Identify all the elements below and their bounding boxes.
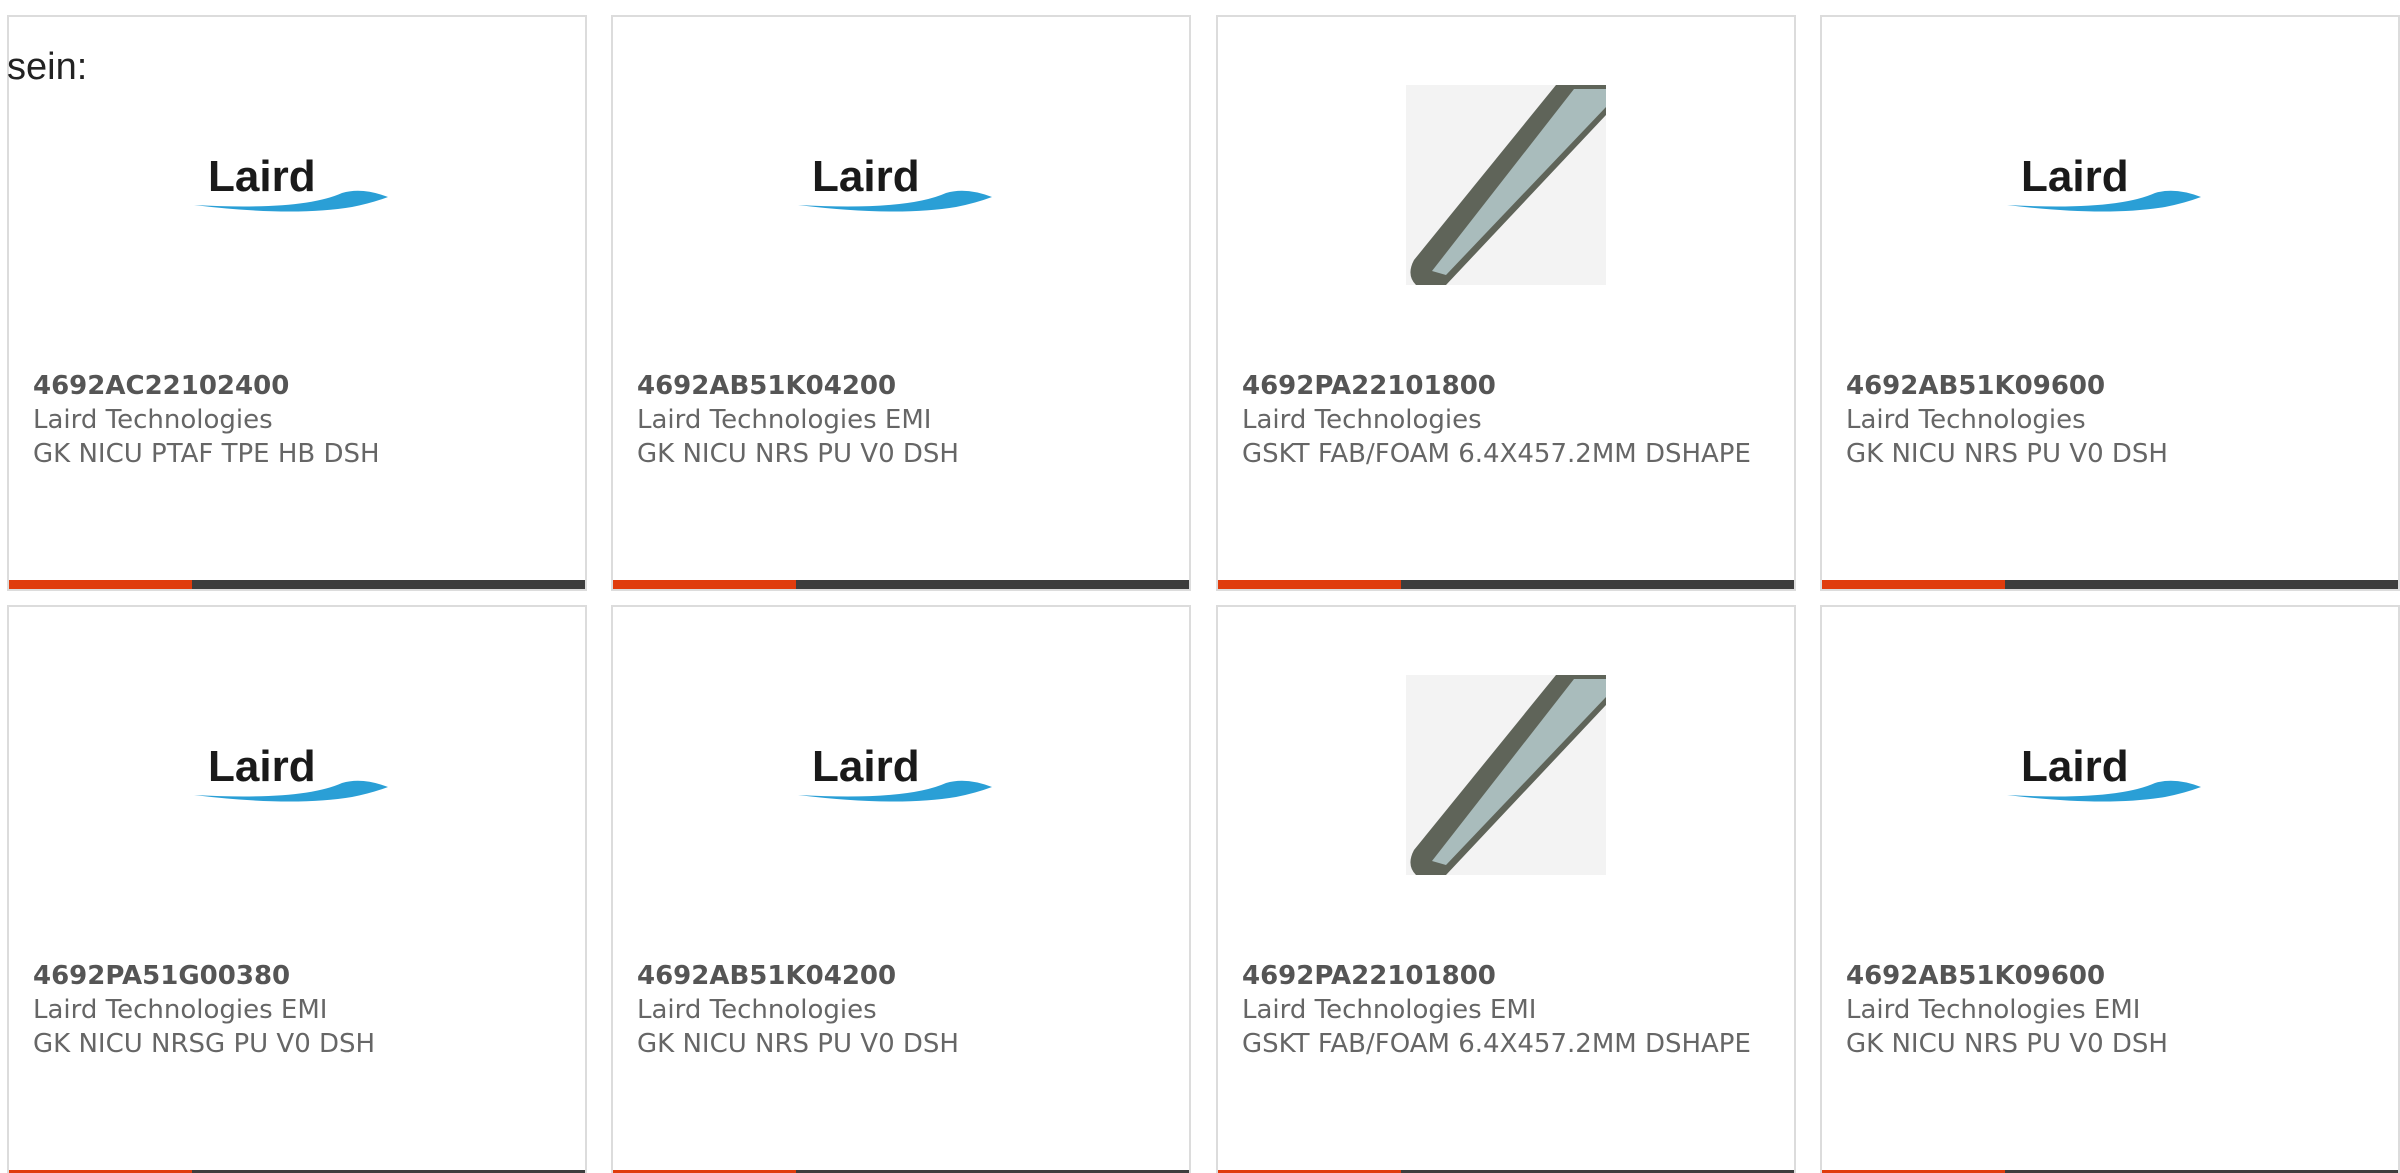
description: GK NICU NRS PU V0 DSH [637, 439, 959, 469]
part-number[interactable]: 4692AC22102400 [33, 369, 561, 403]
product-thumbnail: Laird [1822, 85, 2398, 285]
laird-logo-icon: Laird [194, 152, 388, 212]
logo-wordmark: Laird [812, 152, 920, 201]
product-thumbnail [1218, 675, 1794, 875]
description: GSKT FAB/FOAM 6.4X457.2MM DSHAPE [1242, 1029, 1751, 1059]
description: GSKT FAB/FOAM 6.4X457.2MM DSHAPE [1242, 439, 1751, 469]
logo-wordmark: Laird [2021, 152, 2129, 201]
part-number[interactable]: 4692AB51K09600 [1846, 369, 2374, 403]
logo-wordmark: Laird [812, 742, 920, 791]
description: GK NICU NRSG PU V0 DSH [33, 1029, 376, 1059]
product-card[interactable]: Laird 4692AB51K04200 Laird Technologies … [611, 605, 1191, 1173]
description: GK NICU PTAF TPE HB DSH [33, 439, 380, 469]
manufacturer: Laird Technologies [637, 995, 877, 1025]
logo-wordmark: Laird [208, 152, 316, 201]
part-number[interactable]: 4692PA22101800 [1242, 959, 1770, 993]
part-number[interactable]: 4692PA22101800 [1242, 369, 1770, 403]
card-accent-bar [1822, 580, 2005, 589]
description: GK NICU NRS PU V0 DSH [1846, 1029, 2168, 1059]
gasket-strip-icon [1406, 675, 1606, 875]
description: GK NICU NRS PU V0 DSH [1846, 439, 2168, 469]
product-card[interactable]: Laird 4692AB51K04200 Laird Technologies … [611, 15, 1191, 591]
logo-wordmark: Laird [2021, 742, 2129, 791]
manufacturer: Laird Technologies [1846, 405, 2086, 435]
product-card[interactable]: Laird 4692PA51G00380 Laird Technologies … [7, 605, 587, 1173]
product-card[interactable]: Laird 4692AC22102400 Laird Technologies … [7, 15, 587, 591]
manufacturer: Laird Technologies EMI [1242, 995, 1537, 1025]
laird-logo-icon: Laird [798, 152, 992, 212]
card-accent-bar [1218, 580, 1401, 589]
logo-wordmark: Laird [208, 742, 316, 791]
card-footer-bar [9, 580, 585, 589]
product-card[interactable]: 4692PA22101800 Laird Technologies EMI GS… [1216, 605, 1796, 1173]
laird-logo-icon: Laird [2007, 742, 2201, 802]
card-footer-bar [613, 580, 1189, 589]
product-grid-page: sein: Laird 4692AC22102400 Laird Technol… [0, 0, 2400, 1173]
manufacturer: Laird Technologies [33, 405, 273, 435]
product-thumbnail [1218, 85, 1794, 285]
laird-logo-icon: Laird [194, 742, 388, 802]
laird-logo-icon: Laird [798, 742, 992, 802]
part-number[interactable]: 4692AB51K04200 [637, 959, 1165, 993]
laird-logo-icon: Laird [2007, 152, 2201, 212]
manufacturer: Laird Technologies [1242, 405, 1482, 435]
manufacturer: Laird Technologies EMI [1846, 995, 2141, 1025]
manufacturer: Laird Technologies EMI [637, 405, 932, 435]
card-footer-bar [1218, 580, 1794, 589]
manufacturer: Laird Technologies EMI [33, 995, 328, 1025]
product-thumbnail: Laird [9, 675, 585, 875]
description: GK NICU NRS PU V0 DSH [637, 1029, 959, 1059]
product-card[interactable]: Laird 4692AB51K09600 Laird Technologies … [1820, 605, 2400, 1173]
product-thumbnail: Laird [613, 85, 1189, 285]
product-thumbnail: Laird [1822, 675, 2398, 875]
card-accent-bar [613, 580, 796, 589]
product-card[interactable]: 4692PA22101800 Laird Technologies GSKT F… [1216, 15, 1796, 591]
part-number[interactable]: 4692AB51K04200 [637, 369, 1165, 403]
product-thumbnail: Laird [613, 675, 1189, 875]
card-accent-bar [9, 580, 192, 589]
card-footer-bar [1822, 580, 2398, 589]
product-thumbnail: Laird [9, 85, 585, 285]
gasket-strip-icon [1406, 85, 1606, 285]
part-number[interactable]: 4692PA51G00380 [33, 959, 561, 993]
part-number[interactable]: 4692AB51K09600 [1846, 959, 2374, 993]
intro-text: sein: [7, 46, 88, 88]
product-card[interactable]: Laird 4692AB51K09600 Laird Technologies … [1820, 15, 2400, 591]
